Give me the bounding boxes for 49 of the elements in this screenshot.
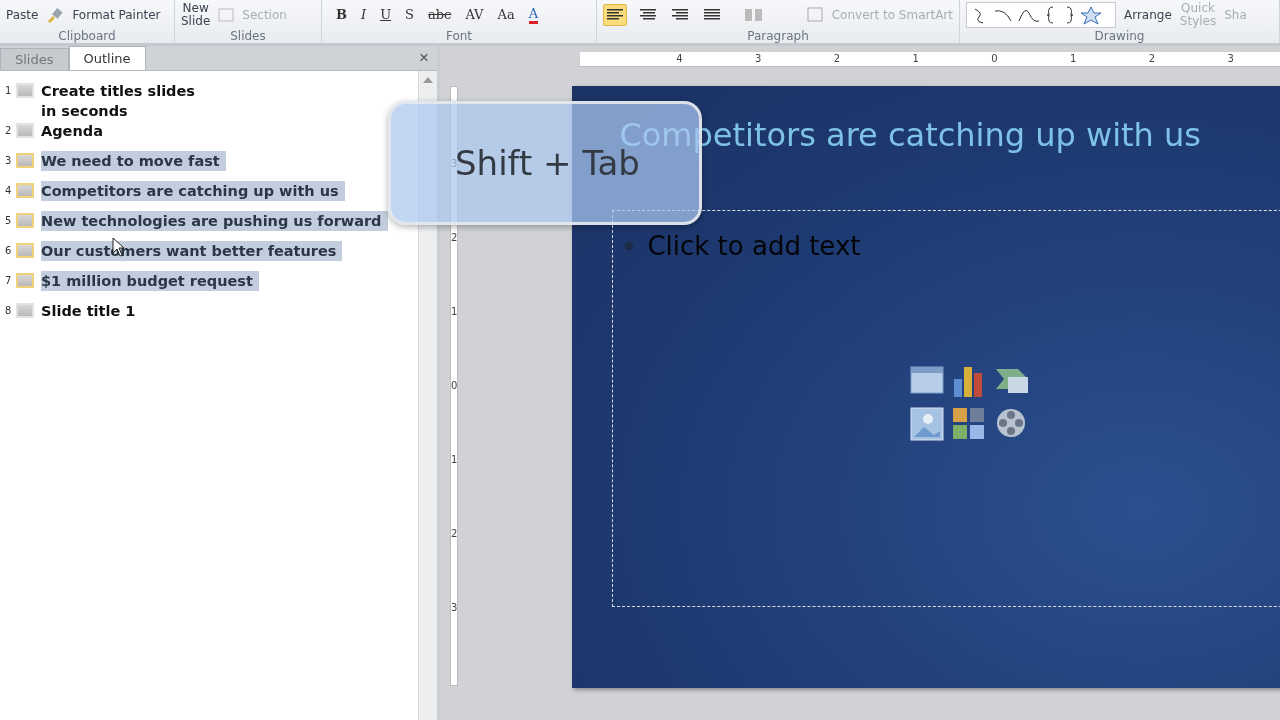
- picture-icon[interactable]: [910, 407, 945, 441]
- pane-tab[interactable]: Outline: [68, 46, 146, 70]
- format-painter-button[interactable]: Format Painter: [72, 8, 161, 21]
- table-icon[interactable]: [910, 365, 945, 395]
- brush-icon: [46, 6, 65, 23]
- outline-title[interactable]: Agenda: [41, 121, 103, 141]
- text-align-icon: [607, 8, 624, 21]
- outline-title[interactable]: New technologies are pushing us forward: [41, 211, 388, 231]
- shapes-gallery[interactable]: [966, 1, 1116, 28]
- text-align-icon: [704, 8, 721, 21]
- arrange-button[interactable]: Arrange: [1124, 8, 1172, 21]
- outline-title[interactable]: Competitors are catching up with us: [41, 181, 345, 201]
- group-label: Paragraph: [747, 29, 809, 43]
- group-label: Clipboard: [58, 29, 116, 43]
- close-button[interactable]: ×: [411, 50, 437, 66]
- outline-title[interactable]: Slide title 1: [41, 301, 136, 321]
- outline-title[interactable]: $1 million budget request: [41, 271, 259, 291]
- clip-art-icon[interactable]: [952, 407, 987, 441]
- text-align-icon: [671, 8, 688, 21]
- group-label: Slides: [230, 29, 266, 43]
- slide-number: 6: [5, 244, 13, 258]
- paste-button[interactable]: Paste: [6, 8, 39, 21]
- slide-number: 1: [5, 84, 13, 98]
- font-button[interactable]: abc: [428, 7, 452, 22]
- font-button[interactable]: Aa: [497, 7, 515, 22]
- horizontal-ruler: 4 3 2 1 0 1 2 3: [580, 52, 1280, 67]
- font-button[interactable]: I: [361, 7, 367, 22]
- group-label: Drawing: [1094, 29, 1145, 43]
- slide-number: 4: [5, 184, 13, 198]
- outline-title[interactable]: Create titles slides in seconds: [41, 81, 195, 121]
- columns-icon: [744, 7, 763, 22]
- slide-number: 3: [5, 154, 13, 168]
- font-button[interactable]: A: [528, 5, 539, 24]
- slide-number: 7: [5, 274, 13, 288]
- slide-number: 2: [5, 124, 13, 138]
- bullet-icon: [625, 242, 634, 250]
- scroll-up-icon[interactable]: [423, 77, 433, 83]
- new-slide-button[interactable]: New Slide: [181, 2, 211, 27]
- placeholder-text: Click to add text: [647, 231, 861, 261]
- outline-title[interactable]: We need to move fast: [41, 151, 226, 171]
- align-button[interactable]: [603, 3, 628, 26]
- group-label: Font: [445, 29, 473, 43]
- text-align-icon: [639, 8, 656, 21]
- font-button[interactable]: B: [336, 7, 347, 22]
- font-button[interactable]: S: [405, 7, 414, 22]
- font-button[interactable]: U: [380, 7, 392, 22]
- slide-number: 5: [5, 214, 13, 228]
- slide-number: 8: [5, 304, 13, 318]
- font-button[interactable]: AV: [465, 7, 484, 22]
